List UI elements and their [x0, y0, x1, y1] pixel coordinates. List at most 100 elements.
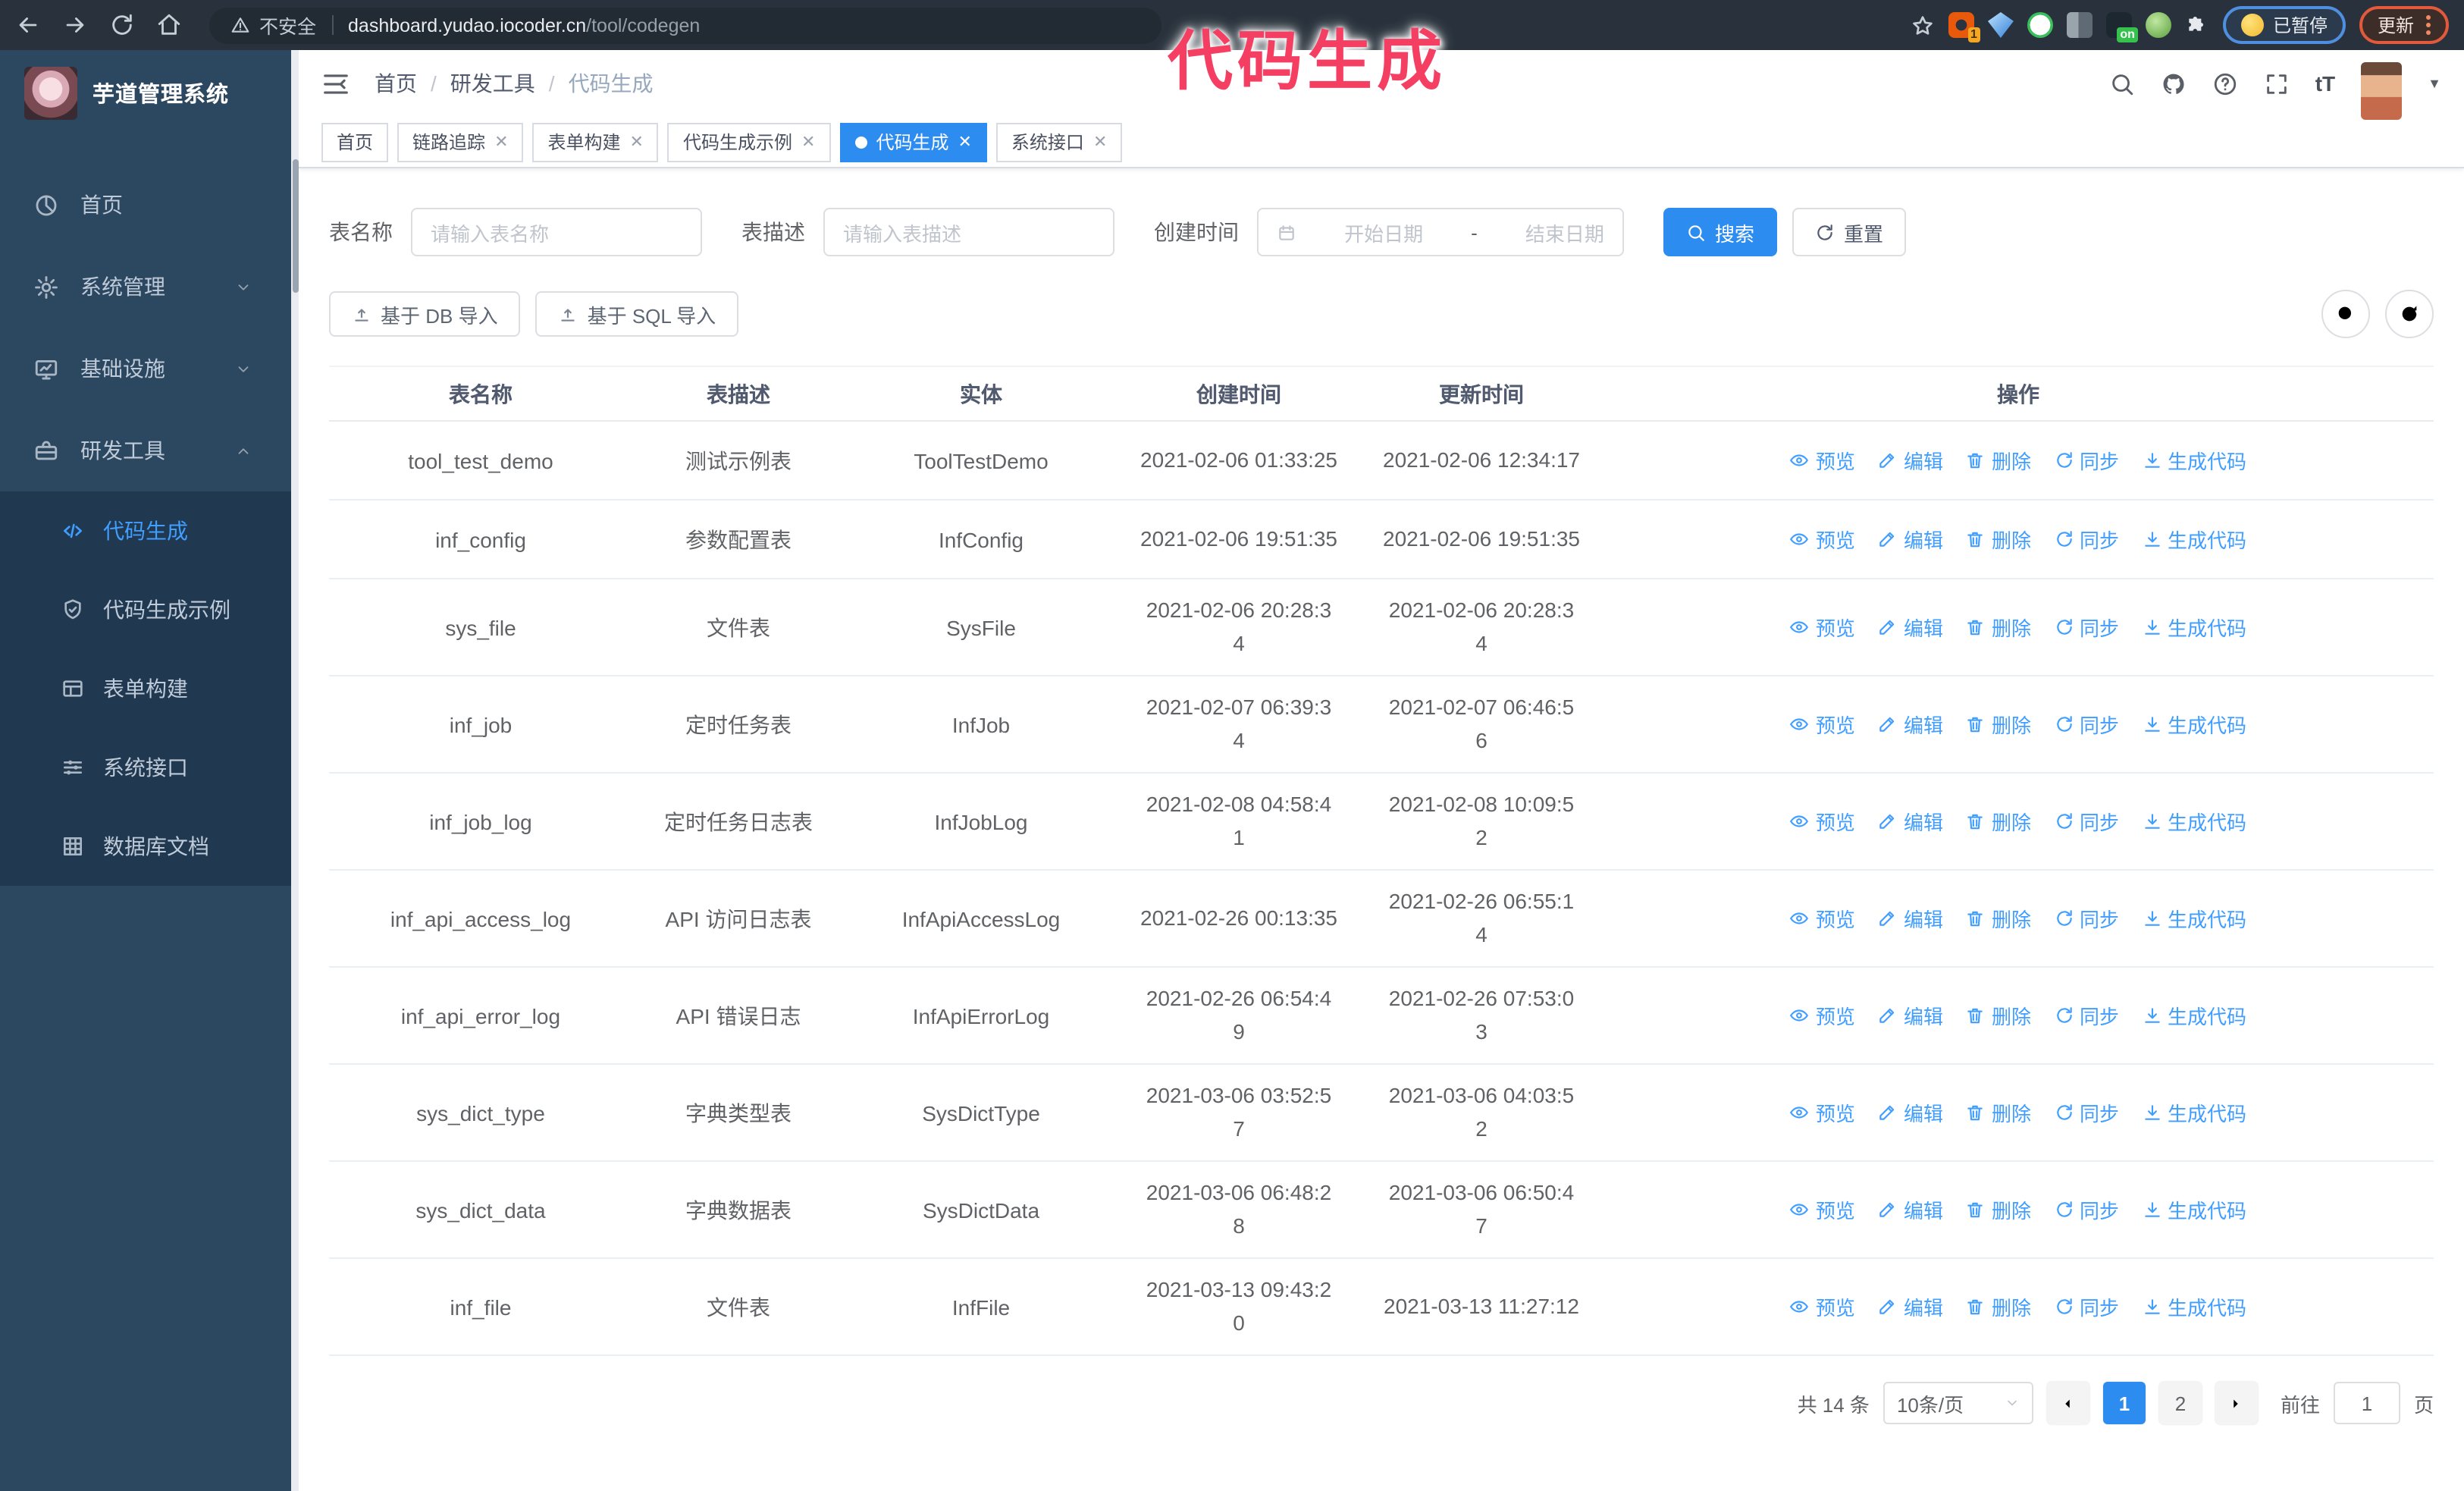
action-delete-link[interactable]: 删除	[1966, 446, 2031, 475]
action-generate-link[interactable]: 生成代码	[2142, 446, 2246, 475]
action-preview-link[interactable]: 预览	[1790, 710, 1855, 739]
tab-1[interactable]: 链路追踪 ✕	[397, 122, 524, 162]
back-icon[interactable]	[15, 12, 41, 38]
action-sync-link[interactable]: 同步	[2054, 904, 2119, 933]
header-search-icon[interactable]	[2109, 71, 2135, 96]
action-sync-link[interactable]: 同步	[2054, 1098, 2119, 1127]
help-icon[interactable]	[2212, 71, 2238, 96]
app-logo[interactable]: 芋道管理系统	[0, 50, 299, 137]
submenu-item-3[interactable]: 系统接口	[0, 728, 299, 807]
browser-update-button[interactable]: 更新	[2359, 6, 2449, 44]
close-icon[interactable]: ✕	[494, 132, 508, 152]
sidebar-item-2[interactable]: 基础设施	[0, 328, 299, 410]
page-button-1[interactable]: 1	[2102, 1382, 2146, 1424]
table-desc-input[interactable]: 请输入表描述	[823, 208, 1114, 256]
extension-gem-icon[interactable]	[1987, 12, 2014, 38]
action-delete-link[interactable]: 删除	[1966, 1292, 2031, 1321]
user-avatar[interactable]	[2361, 62, 2403, 120]
extension-v-icon[interactable]	[2027, 12, 2053, 38]
action-preview-link[interactable]: 预览	[1790, 446, 1855, 475]
browser-menu-icon[interactable]	[2426, 15, 2431, 35]
close-icon[interactable]: ✕	[630, 132, 644, 152]
action-sync-link[interactable]: 同步	[2054, 446, 2119, 475]
goto-page-input[interactable]: 1	[2333, 1382, 2400, 1424]
action-edit-link[interactable]: 编辑	[1878, 1195, 1943, 1224]
reload-icon[interactable]	[109, 12, 135, 38]
action-generate-link[interactable]: 生成代码	[2142, 613, 2246, 642]
action-preview-link[interactable]: 预览	[1790, 1001, 1855, 1030]
action-generate-link[interactable]: 生成代码	[2142, 1292, 2246, 1321]
tab-4[interactable]: 代码生成 ✕	[839, 122, 987, 162]
action-preview-link[interactable]: 预览	[1790, 807, 1855, 836]
next-page-button[interactable]	[2215, 1382, 2258, 1424]
action-delete-link[interactable]: 删除	[1966, 710, 2031, 739]
reset-button[interactable]: 重置	[1792, 208, 1907, 256]
bookmark-star-icon[interactable]	[1911, 13, 1935, 37]
action-edit-link[interactable]: 编辑	[1878, 446, 1943, 475]
close-icon[interactable]: ✕	[801, 132, 815, 152]
action-edit-link[interactable]: 编辑	[1878, 1001, 1943, 1030]
action-preview-link[interactable]: 预览	[1790, 525, 1855, 554]
profile-paused-badge[interactable]: 已暂停	[2222, 6, 2346, 44]
action-sync-link[interactable]: 同步	[2054, 525, 2119, 554]
action-edit-link[interactable]: 编辑	[1878, 1292, 1943, 1321]
extension-sliders-icon[interactable]	[2066, 12, 2093, 38]
prev-page-button[interactable]	[2046, 1382, 2089, 1424]
breadcrumb-devtools[interactable]: 研发工具	[450, 68, 535, 99]
sidebar-item-1[interactable]: 系统管理	[0, 246, 299, 328]
tab-3[interactable]: 代码生成示例 ✕	[667, 122, 831, 162]
action-sync-link[interactable]: 同步	[2054, 807, 2119, 836]
submenu-item-4[interactable]: 数据库文档	[0, 807, 299, 886]
extensions-puzzle-icon[interactable]	[2185, 13, 2209, 37]
submenu-item-0[interactable]: 代码生成	[0, 491, 299, 570]
table-name-input[interactable]: 请输入表名称	[411, 208, 702, 256]
action-edit-link[interactable]: 编辑	[1878, 904, 1943, 933]
toggle-search-button[interactable]	[2321, 290, 2370, 338]
action-delete-link[interactable]: 删除	[1966, 613, 2031, 642]
page-size-select[interactable]: 10条/页	[1882, 1382, 2033, 1424]
github-icon[interactable]	[2161, 71, 2187, 96]
action-preview-link[interactable]: 预览	[1790, 613, 1855, 642]
action-delete-link[interactable]: 删除	[1966, 807, 2031, 836]
breadcrumb-home[interactable]: 首页	[375, 68, 417, 99]
action-delete-link[interactable]: 删除	[1966, 904, 2031, 933]
address-bar[interactable]: 不安全 dashboard.yudao.iocoder.cn/tool/code…	[209, 7, 1161, 43]
action-edit-link[interactable]: 编辑	[1878, 807, 1943, 836]
page-button-2[interactable]: 2	[2158, 1382, 2202, 1424]
font-size-icon[interactable]: tT	[2315, 71, 2335, 96]
sidebar-item-3[interactable]: 研发工具	[0, 410, 299, 491]
submenu-item-1[interactable]: 代码生成示例	[0, 570, 299, 649]
close-icon[interactable]: ✕	[958, 132, 971, 152]
action-sync-link[interactable]: 同步	[2054, 1001, 2119, 1030]
action-preview-link[interactable]: 预览	[1790, 1098, 1855, 1127]
action-sync-link[interactable]: 同步	[2054, 1195, 2119, 1224]
submenu-item-2[interactable]: 表单构建	[0, 649, 299, 728]
action-preview-link[interactable]: 预览	[1790, 1195, 1855, 1224]
action-delete-link[interactable]: 删除	[1966, 1195, 2031, 1224]
action-generate-link[interactable]: 生成代码	[2142, 1195, 2246, 1224]
action-generate-link[interactable]: 生成代码	[2142, 904, 2246, 933]
refresh-table-button[interactable]	[2385, 290, 2434, 338]
action-sync-link[interactable]: 同步	[2054, 1292, 2119, 1321]
action-sync-link[interactable]: 同步	[2054, 613, 2119, 642]
action-sync-link[interactable]: 同步	[2054, 710, 2119, 739]
sidebar-item-0[interactable]: 首页	[0, 164, 299, 246]
action-preview-link[interactable]: 预览	[1790, 1292, 1855, 1321]
avatar-caret-icon[interactable]: ▼	[2428, 76, 2441, 91]
action-delete-link[interactable]: 删除	[1966, 1001, 2031, 1030]
action-preview-link[interactable]: 预览	[1790, 904, 1855, 933]
home-icon[interactable]	[156, 12, 182, 38]
extension-dark-icon[interactable]: on	[2105, 12, 2138, 42]
tab-0[interactable]: 首页	[321, 122, 389, 162]
extension-green-icon[interactable]	[2145, 12, 2171, 38]
sidebar-scrollbar[interactable]	[291, 50, 299, 1491]
hamburger-icon[interactable]	[321, 69, 350, 98]
action-generate-link[interactable]: 生成代码	[2142, 1001, 2246, 1030]
action-edit-link[interactable]: 编辑	[1878, 710, 1943, 739]
action-delete-link[interactable]: 删除	[1966, 1098, 2031, 1127]
tab-2[interactable]: 表单构建 ✕	[532, 122, 659, 162]
action-edit-link[interactable]: 编辑	[1878, 1098, 1943, 1127]
import-db-button[interactable]: 基于 DB 导入	[329, 291, 521, 337]
tab-5[interactable]: 系统接口 ✕	[995, 122, 1123, 162]
import-sql-button[interactable]: 基于 SQL 导入	[535, 291, 739, 337]
